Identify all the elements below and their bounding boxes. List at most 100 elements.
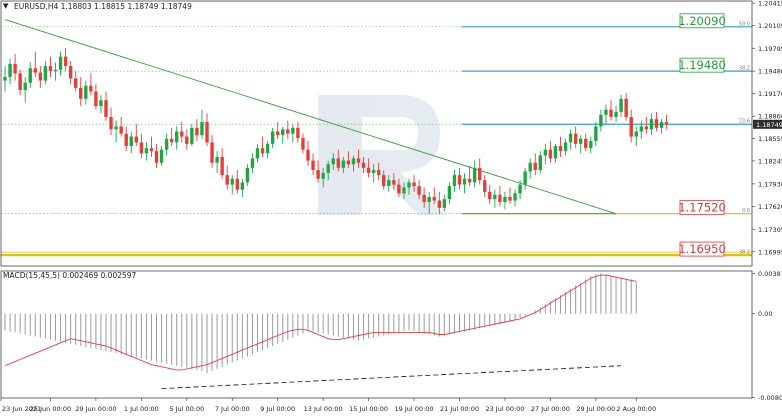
bearish-candle [109, 116, 113, 130]
bearish-candle [377, 170, 381, 176]
bearish-candle [664, 122, 669, 125]
bearish-candle [488, 191, 492, 200]
time-tick-label: 19 Jul 00:00 [395, 405, 434, 413]
bullish-candle [200, 122, 204, 136]
bearish-candle [301, 138, 305, 150]
bullish-candle [331, 158, 335, 165]
bullish-candle [265, 143, 270, 154]
bearish-candle [104, 100, 108, 117]
bullish-candle [452, 175, 457, 187]
bearish-candle [361, 162, 366, 168]
price-tick-label: 1.18555 [758, 135, 782, 143]
time-tick-label: 29 Jul 00:00 [576, 405, 615, 413]
fibo-ratio-label: 38.2 [739, 250, 750, 256]
dropdown-arrow-icon[interactable]: ▼ [3, 2, 9, 10]
bearish-candle [366, 167, 371, 173]
bearish-candle [260, 148, 265, 154]
bullish-candle [270, 131, 275, 144]
bullish-candle [326, 164, 330, 173]
bearish-candle [94, 91, 98, 107]
price-tick-label: 1.19170 [758, 90, 782, 98]
price-tick-label: 1.17305 [758, 226, 782, 234]
time-tick-label: 23 Jul 00:00 [485, 405, 524, 413]
bearish-candle [205, 122, 209, 143]
bullish-candle [619, 98, 623, 112]
chart-window: 50.0 1.20090 38.2 1.19480 23.6 0.0 1.17520 38.2… [0, 0, 782, 415]
bullish-candle [472, 167, 477, 183]
eurusd-h4-chart[interactable]: 50.0 1.20090 38.2 1.19480 23.6 0.0 1.17520 38.2… [0, 0, 782, 415]
bearish-candle [548, 149, 553, 159]
bullish-candle [23, 82, 27, 91]
time-tick-label: 13 Jul 00:00 [304, 405, 343, 413]
bearish-candle [478, 167, 482, 181]
bearish-candle [139, 142, 144, 154]
bullish-candle [215, 156, 219, 163]
bullish-candle [341, 160, 346, 168]
bullish-candle [371, 170, 376, 173]
bearish-candle [74, 78, 78, 88]
bearish-candle [220, 156, 224, 176]
bearish-candle [584, 138, 588, 149]
fibo-value-label: 1.16950 [678, 242, 726, 256]
time-tick-label: 7 Jul 00:00 [215, 405, 250, 413]
bullish-candle [190, 127, 194, 144]
bullish-candle [589, 140, 593, 149]
bearish-candle [417, 186, 421, 195]
bearish-candle [13, 63, 17, 74]
bearish-candle [483, 180, 487, 192]
bullish-candle [649, 119, 654, 130]
symbol-header: EURUSD,H4 1.18803 1.18815 1.18749 1.1874… [14, 2, 192, 11]
bearish-candle [457, 175, 462, 185]
bullish-candle [503, 196, 507, 203]
price-tick-label: 1.20415 [758, 0, 782, 8]
time-tick-label: 29 Jun 00:00 [75, 405, 116, 413]
bullish-candle [568, 133, 573, 143]
time-tick-label: 9 Jul 00:00 [260, 405, 295, 413]
bullish-candle [159, 149, 164, 163]
bearish-candle [134, 136, 138, 143]
time-tick-label: 21 Jul 00:00 [440, 405, 479, 413]
bullish-candle [58, 56, 63, 70]
price-tick-label: 1.17930 [758, 180, 782, 188]
bullish-candle [604, 109, 608, 115]
price-tick-label: 1.19795 [758, 45, 782, 53]
bearish-candle [609, 109, 613, 117]
bearish-candle [225, 175, 229, 185]
fibo-ratio-label: 0.0 [742, 208, 750, 214]
bullish-candle [634, 131, 638, 137]
bullish-candle [99, 100, 103, 107]
bullish-candle [230, 178, 234, 185]
current-price-tag: 1.18749 [753, 119, 782, 129]
bullish-candle [659, 122, 664, 128]
bearish-candle [644, 126, 649, 130]
bearish-candle [38, 72, 43, 81]
bullish-candle [250, 158, 255, 168]
bearish-candle [149, 148, 154, 152]
time-tick-label: 5 Jul 00:00 [169, 405, 204, 413]
bullish-candle [543, 149, 548, 156]
bullish-candle [144, 148, 149, 154]
bearish-candle [48, 66, 53, 72]
bearish-candle [397, 184, 401, 194]
bullish-candle [321, 172, 325, 179]
macd-tick-label: -0.008051 [758, 394, 782, 402]
bearish-candle [169, 138, 174, 143]
bullish-candle [114, 126, 118, 130]
bullish-candle [563, 142, 568, 152]
bullish-candle [538, 155, 542, 171]
fibo-value-label: 1.19480 [678, 58, 726, 72]
bullish-candle [407, 182, 411, 188]
bullish-candle [523, 171, 527, 185]
bearish-candle [195, 127, 199, 136]
bullish-candle [240, 182, 245, 190]
bearish-candle [89, 85, 93, 92]
bearish-candle [437, 200, 441, 208]
bearish-candle [624, 98, 628, 117]
bearish-candle [508, 196, 512, 201]
bullish-candle [255, 148, 260, 159]
bullish-candle [387, 180, 391, 187]
bearish-candle [68, 66, 73, 79]
bearish-candle [296, 127, 300, 139]
bearish-candle [311, 160, 315, 171]
fibo-value-label: 1.17520 [678, 201, 726, 215]
